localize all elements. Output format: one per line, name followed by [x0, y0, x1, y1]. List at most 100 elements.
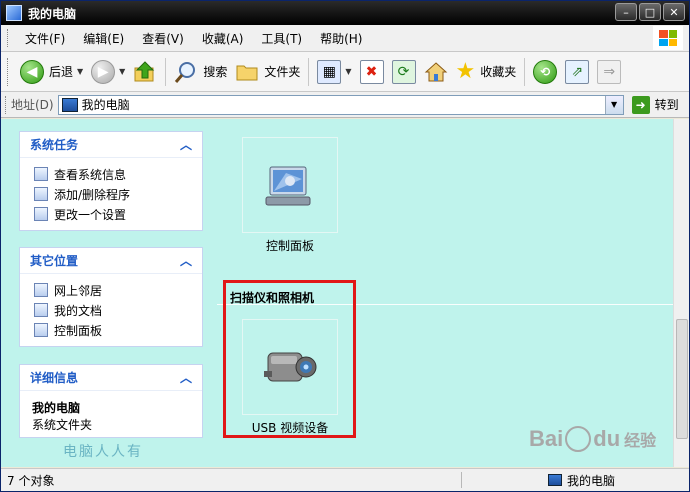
system-tasks-header[interactable]: 系统任务 ︿	[20, 132, 202, 158]
documents-icon	[34, 303, 48, 317]
place-network[interactable]: 网上邻居	[34, 280, 192, 300]
address-dropdown-icon[interactable]: ▼	[604, 95, 623, 114]
folders-icon	[236, 65, 258, 80]
folders-label: 文件夹	[264, 65, 301, 79]
place-control-panel[interactable]: 控制面板	[34, 320, 192, 340]
task-view-system-info[interactable]: 查看系统信息	[34, 164, 192, 184]
history-icon: ⟲	[533, 59, 558, 84]
back-label: 后退	[49, 65, 74, 79]
details-name: 我的电脑	[32, 401, 81, 415]
go-button[interactable]: ➜ 转到	[631, 95, 679, 114]
menu-favorites[interactable]: 收藏(A)	[193, 30, 253, 47]
title-bar: 我的电脑 – □ ✕	[1, 1, 689, 25]
views-dropdown-icon[interactable]: ▼	[345, 67, 351, 76]
views-button[interactable]: ▦ ▼	[313, 56, 355, 88]
menu-edit[interactable]: 编辑(E)	[74, 30, 133, 47]
menu-view[interactable]: 查看(V)	[133, 30, 193, 47]
favorites-label: 收藏夹	[480, 65, 517, 79]
panel-body: 查看系统信息 添加/删除程序 更改一个设置	[20, 158, 202, 230]
forward-button[interactable]: ▶ ▼	[87, 56, 129, 88]
other-places-panel: 其它位置 ︿ 网上邻居 我的文档 控制面板	[19, 247, 203, 347]
toolbar-separator	[308, 57, 310, 86]
item-icon-frame	[242, 137, 338, 233]
forward-dropdown-icon[interactable]: ▼	[119, 67, 125, 76]
vertical-scrollbar[interactable]	[673, 119, 689, 467]
delete-icon: ✖	[359, 59, 384, 84]
status-location: 我的电脑	[462, 472, 615, 489]
up-button[interactable]	[129, 56, 161, 88]
home-button[interactable]	[420, 56, 452, 88]
control-panel-small-icon	[34, 323, 48, 337]
star-icon: ★	[455, 59, 476, 84]
menu-tools[interactable]: 工具(T)	[252, 30, 311, 47]
menu-help[interactable]: 帮助(H)	[311, 30, 371, 47]
chevron-up-icon[interactable]: ︿	[180, 252, 192, 269]
chevron-up-icon[interactable]: ︿	[180, 369, 192, 386]
place-label: 我的文档	[54, 303, 103, 318]
toolbar-separator	[524, 57, 526, 86]
back-button[interactable]: ◀ 后退 ▼	[16, 56, 87, 88]
task-change-setting[interactable]: 更改一个设置	[34, 204, 192, 224]
details-panel: 详细信息 ︿ 我的电脑 系统文件夹	[19, 364, 203, 438]
add-remove-icon	[34, 187, 48, 201]
favorites-button[interactable]: ★ 收藏夹	[452, 56, 521, 88]
go-arrow-icon: ➜	[631, 95, 650, 114]
disconnect-drive-icon: ⇒	[597, 59, 622, 84]
place-label: 控制面板	[54, 323, 103, 338]
toolbar-separator	[165, 57, 167, 86]
panel-body: 网上邻居 我的文档 控制面板	[20, 274, 202, 346]
window-title: 我的电脑	[28, 6, 77, 21]
watermark-text: 电脑人人有	[63, 444, 143, 460]
refresh-icon: ⟳	[391, 59, 416, 84]
details-header[interactable]: 详细信息 ︿	[20, 365, 202, 391]
network-icon	[34, 283, 48, 297]
search-icon	[175, 61, 196, 83]
history-button[interactable]: ⟲	[529, 56, 561, 88]
folder-up-icon	[134, 60, 155, 81]
place-my-documents[interactable]: 我的文档	[34, 300, 192, 320]
address-grip[interactable]	[5, 95, 8, 114]
delete-button[interactable]: ✖	[356, 56, 388, 88]
explorer-window: 我的电脑 – □ ✕ 文件(F) 编辑(E) 查看(V) 收藏(A) 工具(T)…	[0, 0, 690, 492]
disconnect-drive-button[interactable]: ⇒	[593, 56, 625, 88]
my-computer-icon	[6, 5, 22, 21]
baidu-text: Bai	[529, 426, 564, 451]
menu-grip[interactable]	[7, 29, 10, 47]
my-computer-status-icon	[548, 474, 562, 486]
close-button[interactable]: ✕	[663, 3, 685, 21]
address-label: 地址(D)	[11, 98, 54, 112]
status-bar: 7 个对象 我的电脑	[1, 468, 689, 491]
search-button[interactable]: 搜索	[170, 56, 231, 88]
control-panel-item[interactable]: 控制面板	[242, 137, 338, 253]
refresh-button[interactable]: ⟳	[388, 56, 420, 88]
back-dropdown-icon[interactable]: ▼	[77, 67, 83, 76]
scrollbar-thumb[interactable]	[676, 319, 688, 439]
address-value: 我的电脑	[81, 98, 130, 112]
menu-file[interactable]: 文件(F)	[16, 30, 74, 47]
control-panel-icon	[265, 166, 311, 206]
map-drive-button[interactable]: ⇗	[561, 56, 593, 88]
task-label: 更改一个设置	[54, 207, 127, 222]
back-arrow-icon: ◀	[20, 59, 44, 84]
panel-title: 系统任务	[30, 138, 79, 152]
home-icon	[424, 61, 447, 81]
system-info-icon	[34, 167, 48, 181]
views-icon: ▦	[317, 59, 342, 84]
toolbar-grip[interactable]	[7, 57, 10, 86]
status-object-count: 7 个对象	[7, 473, 55, 488]
minimize-button[interactable]: –	[615, 3, 637, 21]
window-controls: – □ ✕	[615, 3, 685, 21]
maximize-button[interactable]: □	[639, 3, 661, 21]
item-label: 控制面板	[265, 239, 314, 253]
other-places-header[interactable]: 其它位置 ︿	[20, 248, 202, 274]
panel-title: 详细信息	[30, 371, 79, 385]
status-location-label: 我的电脑	[567, 473, 616, 488]
forward-arrow-icon: ▶	[91, 59, 116, 84]
baidu-watermark: Bai du 经验	[529, 426, 656, 452]
address-input[interactable]: 我的电脑 ▼	[57, 94, 624, 115]
chevron-up-icon[interactable]: ︿	[180, 136, 192, 153]
place-label: 网上邻居	[54, 283, 103, 298]
task-add-remove-programs[interactable]: 添加/删除程序	[34, 184, 192, 204]
folders-button[interactable]: 文件夹	[231, 56, 304, 88]
task-label: 添加/删除程序	[54, 187, 131, 202]
